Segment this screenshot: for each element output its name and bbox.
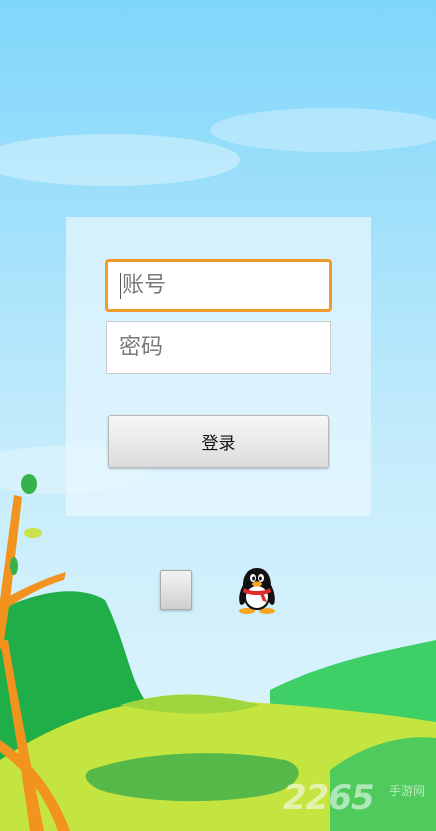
watermark-digits: 2265	[283, 778, 375, 818]
password-input[interactable]	[119, 335, 299, 360]
account-input[interactable]	[122, 273, 302, 298]
watermark-logo: 2265 手游网	[283, 778, 433, 824]
login-button[interactable]: 登录	[108, 415, 329, 468]
remember-checkbox[interactable]	[160, 570, 192, 610]
text-caret	[120, 272, 121, 299]
watermark-text: 手游网	[389, 784, 426, 798]
qq-penguin-icon	[239, 568, 275, 614]
password-field[interactable]	[106, 321, 331, 374]
login-button-label: 登录	[201, 434, 236, 454]
qq-login-button[interactable]	[236, 566, 278, 614]
account-field[interactable]	[105, 259, 332, 312]
